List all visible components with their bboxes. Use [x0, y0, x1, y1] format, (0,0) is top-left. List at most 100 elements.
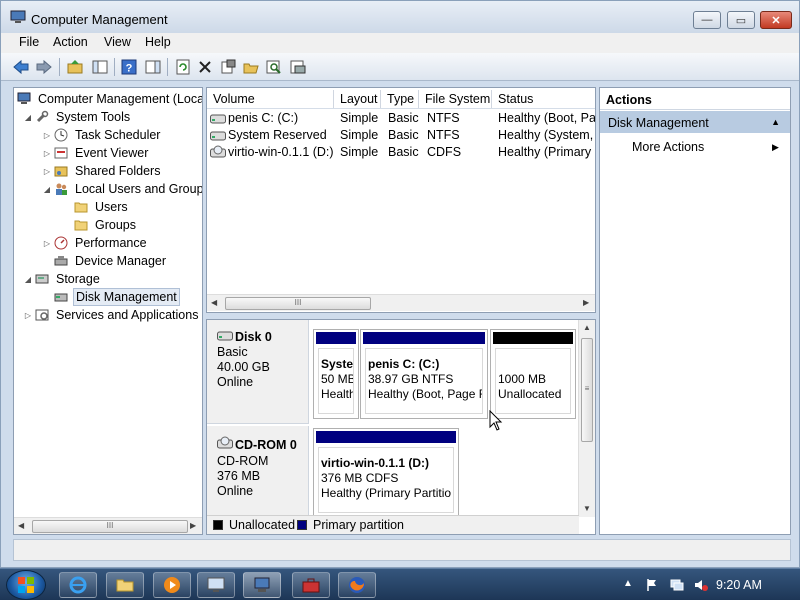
scroll-right-icon[interactable]: ▶: [190, 521, 196, 530]
collapsed-arrow-icon[interactable]: ▷: [22, 311, 34, 320]
cd-drive-icon: [210, 145, 226, 162]
table-row[interactable]: System Reserved Simple Basic NTFS Health…: [207, 127, 595, 144]
collapse-up-icon[interactable]: ▲: [771, 117, 780, 127]
primary-partition-bar: [316, 332, 356, 344]
computer-management-icon: [16, 91, 32, 107]
disk-layout-view: Disk 0 Basic 40.00 GB Online Syster 50 M…: [206, 319, 596, 535]
volume-list: Volume Layout Type File System Status pe…: [206, 87, 596, 313]
computer-management-icon[interactable]: [243, 572, 281, 598]
show-hide-tree-icon[interactable]: [90, 57, 110, 77]
primary-partition-bar: [316, 431, 456, 443]
collapsed-arrow-icon[interactable]: ▷: [41, 149, 53, 158]
table-row[interactable]: penis C: (C:) Simple Basic NTFS Healthy …: [207, 110, 595, 127]
column-type[interactable]: Type: [381, 90, 419, 108]
tree-item-event-viewer[interactable]: ▷ Event Viewer: [41, 144, 150, 162]
tree-item-disk-management[interactable]: Disk Management: [53, 288, 180, 306]
internet-explorer-icon[interactable]: [59, 572, 97, 598]
refresh-icon[interactable]: [173, 57, 193, 77]
media-player-icon[interactable]: [153, 572, 191, 598]
toolbox-icon[interactable]: [292, 572, 330, 598]
open-icon[interactable]: [241, 57, 261, 77]
tree-item-groups[interactable]: Groups: [73, 216, 138, 234]
search-icon[interactable]: [264, 57, 284, 77]
more-actions-item[interactable]: More Actions ▶: [632, 140, 779, 154]
device-manager-icon: [53, 253, 69, 269]
disk-view-vertical-scrollbar[interactable]: ▲ ≡ ▼: [578, 320, 595, 517]
tree-item-services-applications[interactable]: ▷ Services and Applications: [22, 306, 200, 324]
help-icon[interactable]: ?: [119, 57, 139, 77]
tree-item-users[interactable]: Users: [73, 198, 130, 216]
tree-item-device-manager[interactable]: Device Manager: [53, 252, 168, 270]
expanded-arrow-icon[interactable]: ◢: [22, 275, 34, 284]
back-icon[interactable]: [11, 57, 31, 77]
volume-muted-icon[interactable]: [694, 578, 708, 592]
status-bar: [13, 539, 791, 561]
actions-section-disk-management[interactable]: Disk Management ▲: [600, 111, 790, 133]
menu-action[interactable]: Action: [53, 35, 88, 49]
windows-logo-icon: [18, 577, 34, 593]
tree-item-performance[interactable]: ▷ Performance: [41, 234, 149, 252]
performance-icon: [53, 235, 69, 251]
disk-icon[interactable]: [288, 57, 308, 77]
taskbar: ▲ 9:20 AM: [0, 568, 800, 600]
tree-item-storage[interactable]: ◢ Storage: [22, 270, 102, 288]
close-button[interactable]: ✕: [760, 11, 792, 29]
scrollbar-thumb[interactable]: ≡: [581, 338, 593, 442]
minimize-button[interactable]: —: [693, 11, 721, 29]
scroll-down-icon[interactable]: ▼: [583, 504, 591, 513]
system-clock[interactable]: 9:20 AM: [716, 578, 762, 592]
partition-unallocated[interactable]: 1000 MB Unallocated: [490, 329, 576, 419]
disk0-size: 40.00 GB: [217, 360, 270, 374]
network-icon[interactable]: [670, 578, 684, 592]
action-center-flag-icon[interactable]: [645, 578, 659, 592]
column-file-system[interactable]: File System: [419, 90, 492, 108]
submenu-arrow-icon: ▶: [772, 142, 779, 152]
partition-system-reserved[interactable]: Syster 50 MB Healthi: [313, 329, 359, 419]
computer-management-app-icon: [10, 10, 26, 24]
scrollbar-thumb[interactable]: III: [32, 520, 188, 533]
expanded-arrow-icon[interactable]: ◢: [41, 185, 53, 194]
unallocated-swatch: [213, 520, 223, 530]
scroll-left-icon[interactable]: ◀: [18, 521, 24, 530]
column-status[interactable]: Status: [492, 90, 595, 108]
delete-icon[interactable]: [195, 57, 215, 77]
column-layout[interactable]: Layout: [334, 90, 381, 108]
remote-desktop-icon[interactable]: [197, 572, 235, 598]
tree-item-system-tools[interactable]: ◢ System Tools: [22, 108, 132, 126]
tree-horizontal-scrollbar[interactable]: ◀ III ▶: [14, 517, 202, 534]
tree-item-task-scheduler[interactable]: ▷ Task Scheduler: [41, 126, 162, 144]
volume-horizontal-scrollbar[interactable]: ◀ III ▶: [207, 294, 595, 311]
title-bar[interactable]: Computer Management — ▭ ✕: [1, 1, 799, 33]
menu-help[interactable]: Help: [145, 35, 171, 49]
collapsed-arrow-icon[interactable]: ▷: [41, 131, 53, 140]
tree-item-local-users-groups[interactable]: ◢ Local Users and Groups: [41, 180, 202, 198]
scroll-up-icon[interactable]: ▲: [583, 323, 591, 332]
disk0-header[interactable]: Disk 0 Basic 40.00 GB Online: [207, 320, 309, 424]
scrollbar-thumb[interactable]: III: [225, 297, 371, 310]
forward-icon[interactable]: [34, 57, 54, 77]
toolbar: ?: [1, 53, 799, 81]
show-hidden-icons-icon[interactable]: ▲: [623, 578, 637, 592]
firefox-icon[interactable]: [338, 572, 376, 598]
up-folder-icon[interactable]: [65, 57, 85, 77]
scroll-left-icon[interactable]: ◀: [211, 298, 217, 307]
tree-item-shared-folders[interactable]: ▷ Shared Folders: [41, 162, 162, 180]
scroll-right-icon[interactable]: ▶: [583, 298, 589, 307]
windows-explorer-icon[interactable]: [106, 572, 144, 598]
collapsed-arrow-icon[interactable]: ▷: [41, 239, 53, 248]
partition-c-drive[interactable]: penis C: (C:) 38.97 GB NTFS Healthy (Boo…: [360, 329, 488, 419]
maximize-button[interactable]: ▭: [727, 11, 755, 29]
menu-file[interactable]: File: [19, 35, 39, 49]
show-hide-action-pane-icon[interactable]: [143, 57, 163, 77]
menu-view[interactable]: View: [104, 35, 131, 49]
table-row[interactable]: virtio-win-0.1.1 (D:) Simple Basic CDFS …: [207, 144, 595, 162]
collapsed-arrow-icon[interactable]: ▷: [41, 167, 53, 176]
volume-drive-icon: [210, 113, 226, 127]
start-button[interactable]: [6, 570, 46, 600]
properties-icon[interactable]: [218, 57, 238, 77]
column-volume[interactable]: Volume: [207, 90, 334, 108]
tree-item-computer-management[interactable]: Computer Management (Local: [16, 90, 202, 108]
primary-partition-swatch: [297, 520, 307, 530]
partition-d-drive[interactable]: virtio-win-0.1.1 (D:) 376 MB CDFS Health…: [313, 428, 459, 518]
expanded-arrow-icon[interactable]: ◢: [22, 113, 34, 122]
